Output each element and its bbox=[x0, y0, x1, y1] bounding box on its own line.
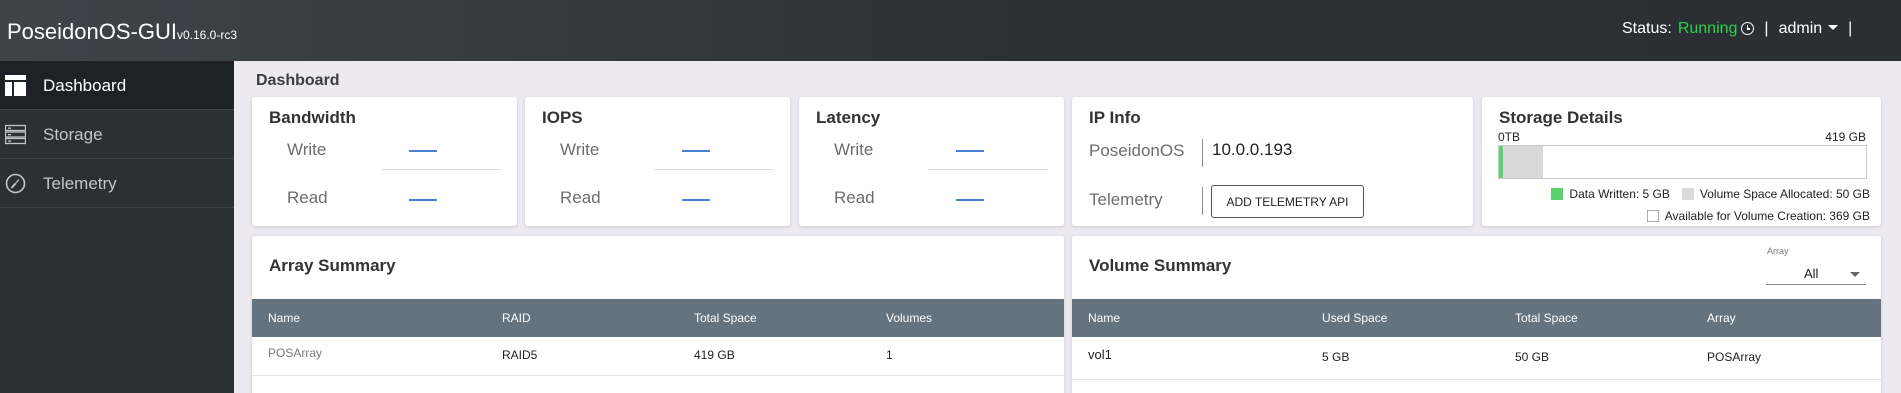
add-telemetry-api-button[interactable]: ADD TELEMETRY API bbox=[1211, 185, 1364, 218]
telemetry-icon bbox=[5, 173, 26, 194]
read-label: Read bbox=[287, 188, 328, 207]
array-summary-card: Array Summary Name RAID Total Space Volu… bbox=[252, 236, 1064, 393]
sidebar-item-label: Telemetry bbox=[43, 174, 117, 193]
page-title: Dashboard bbox=[256, 72, 340, 89]
storage-details-card: Storage Details 0TB 419 GB Data Written:… bbox=[1482, 97, 1881, 226]
storage-min-label: 0TB bbox=[1498, 130, 1521, 144]
card-title: IOPS bbox=[542, 108, 583, 127]
allocated-bar bbox=[1499, 146, 1543, 178]
sidebar-item-label: Storage bbox=[43, 125, 103, 144]
column-header[interactable]: Total Space bbox=[694, 311, 757, 325]
column-header[interactable]: Total Space bbox=[1515, 311, 1578, 325]
allocated-swatch bbox=[1681, 188, 1694, 200]
column-header[interactable]: Array bbox=[1707, 311, 1736, 325]
table-header: Name Used Space Total Space Array bbox=[1072, 299, 1881, 337]
row-divider bbox=[252, 375, 1064, 376]
top-bar: PoseidonOS-GUIv0.16.0-rc3 Status: Running… bbox=[0, 0, 1901, 61]
written-swatch bbox=[1551, 188, 1564, 200]
app-brand: PoseidonOS-GUIv0.16.0-rc3 bbox=[7, 19, 237, 45]
volume-total-space: 50 GB bbox=[1515, 350, 1550, 364]
array-filter-value: All bbox=[1804, 266, 1819, 281]
chevron-down-icon bbox=[1850, 272, 1860, 277]
sidebar-item-label: Dashboard bbox=[43, 76, 127, 95]
divider bbox=[928, 169, 1048, 170]
poseidonos-ip: 10.0.0.193 bbox=[1212, 140, 1293, 159]
read-value bbox=[682, 199, 710, 201]
array-filter-label: Array bbox=[1767, 246, 1789, 256]
volume-used-space: 5 GB bbox=[1322, 350, 1350, 364]
poseidonos-label: PoseidonOS bbox=[1089, 141, 1185, 160]
status-label: Status: bbox=[1622, 20, 1672, 37]
write-label: Write bbox=[560, 140, 600, 159]
ip-info-card: IP Info PoseidonOS 10.0.0.193 Telemetry … bbox=[1072, 97, 1473, 226]
header-separator-end: | bbox=[1848, 20, 1853, 37]
sidebar-item-telemetry[interactable]: Telemetry bbox=[0, 159, 234, 208]
column-header[interactable]: RAID bbox=[502, 311, 531, 325]
legend-allocated: Volume Space Allocated: 50 GB bbox=[1699, 187, 1870, 201]
card-title: Array Summary bbox=[269, 256, 396, 275]
app-title: PoseidonOS-GUI bbox=[7, 19, 177, 44]
app-version: v0.16.0-rc3 bbox=[176, 28, 237, 42]
storage-max-label: 419 GB bbox=[1825, 130, 1866, 144]
array-filter-select[interactable]: All bbox=[1766, 261, 1866, 285]
card-title: Volume Summary bbox=[1089, 256, 1232, 275]
array-name-link[interactable]: POSArray bbox=[268, 346, 322, 360]
sidebar: Dashboard Storage Telemetry bbox=[0, 61, 234, 393]
array-total-space: 419 GB bbox=[694, 348, 735, 362]
card-title: Bandwidth bbox=[269, 108, 356, 127]
legend-written: Data Written: 5 GB bbox=[1569, 187, 1670, 201]
card-title: IP Info bbox=[1089, 108, 1141, 127]
status-area: Status: Running | admin | bbox=[1622, 20, 1862, 38]
divider bbox=[381, 169, 501, 170]
read-label: Read bbox=[834, 188, 875, 207]
storage-legend-row: Available for Volume Creation: 369 GB bbox=[1646, 209, 1870, 223]
iops-card: IOPS Write Read bbox=[525, 97, 790, 226]
storage-icon bbox=[5, 124, 26, 145]
write-value bbox=[409, 150, 437, 152]
divider bbox=[654, 169, 774, 170]
write-value bbox=[682, 150, 710, 152]
array-volumes: 1 bbox=[886, 348, 893, 362]
volume-summary-card: Volume Summary Array All Name Used Space… bbox=[1072, 236, 1881, 393]
available-swatch bbox=[1646, 210, 1659, 222]
read-value bbox=[409, 199, 437, 201]
column-header[interactable]: Volumes bbox=[886, 311, 932, 325]
volume-name[interactable]: vol1 bbox=[1088, 347, 1112, 362]
user-menu[interactable]: admin bbox=[1779, 20, 1839, 37]
divider bbox=[1202, 187, 1203, 215]
sidebar-item-dashboard[interactable]: Dashboard bbox=[0, 61, 234, 110]
write-value bbox=[956, 150, 984, 152]
column-header[interactable]: Name bbox=[268, 311, 300, 325]
header-separator: | bbox=[1764, 20, 1769, 37]
status-value: Running bbox=[1677, 20, 1738, 37]
clock-icon bbox=[1741, 22, 1755, 35]
card-title: Latency bbox=[816, 108, 881, 127]
legend-available: Available for Volume Creation: 369 GB bbox=[1664, 209, 1870, 223]
write-label: Write bbox=[287, 140, 327, 159]
row-divider bbox=[1072, 379, 1881, 380]
written-bar bbox=[1499, 146, 1504, 178]
column-header[interactable]: Used Space bbox=[1322, 311, 1387, 325]
dashboard-icon bbox=[5, 75, 26, 96]
volume-array: POSArray bbox=[1707, 350, 1762, 364]
write-label: Write bbox=[834, 140, 874, 159]
storage-bar bbox=[1498, 145, 1867, 179]
column-header[interactable]: Name bbox=[1088, 311, 1120, 325]
divider bbox=[1202, 139, 1203, 167]
sidebar-item-storage[interactable]: Storage bbox=[0, 110, 234, 159]
bandwidth-card: Bandwidth Write Read bbox=[252, 97, 517, 226]
card-title: Storage Details bbox=[1499, 108, 1623, 127]
read-label: Read bbox=[560, 188, 601, 207]
user-name: admin bbox=[1778, 20, 1823, 37]
storage-legend-row: Data Written: 5 GB Volume Space Allocated… bbox=[1551, 187, 1870, 201]
read-value bbox=[956, 199, 984, 201]
telemetry-label: Telemetry bbox=[1089, 190, 1163, 209]
table-header: Name RAID Total Space Volumes bbox=[252, 299, 1064, 337]
array-raid: RAID5 bbox=[502, 348, 538, 362]
latency-card: Latency Write Read bbox=[799, 97, 1064, 226]
chevron-down-icon bbox=[1828, 25, 1839, 30]
